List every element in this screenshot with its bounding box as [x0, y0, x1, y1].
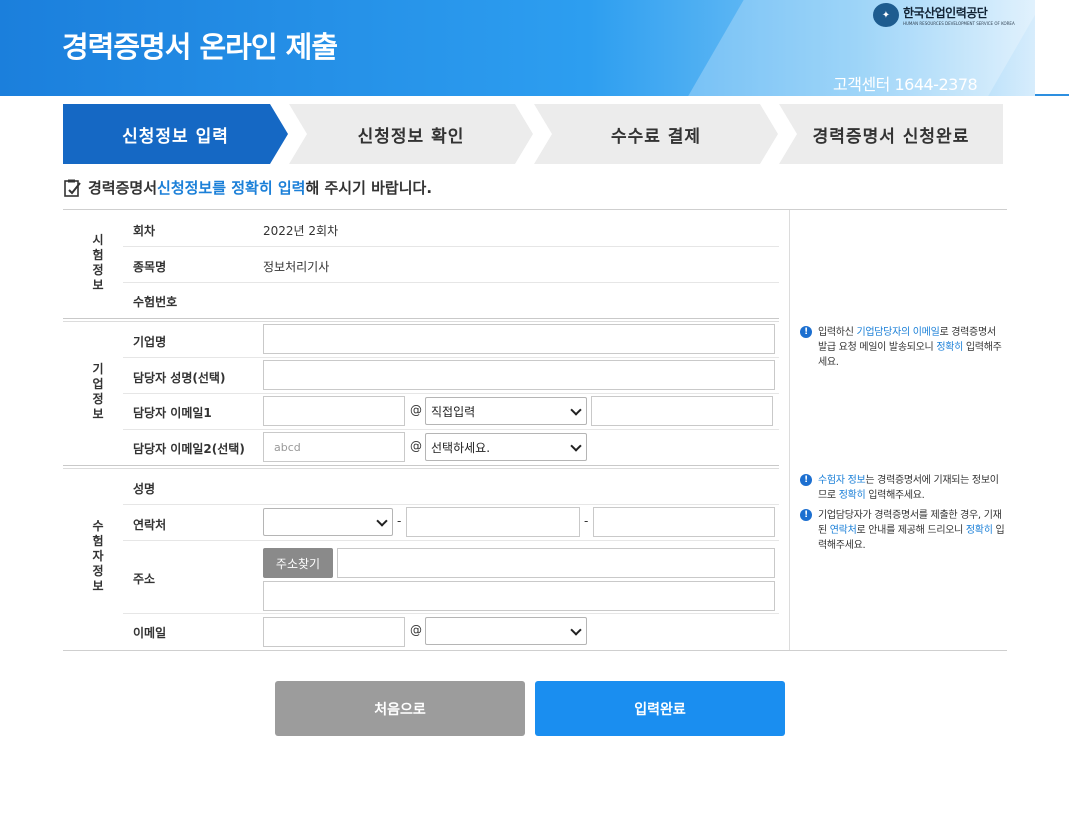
section-divider [63, 465, 779, 466]
manager-email2-domain-select[interactable]: 선택하세요. [425, 433, 587, 461]
header-right-line [1035, 94, 1069, 96]
page-title: 경력증명서 온라인 제출 [62, 30, 338, 64]
manager-name-label: 담당자 성명(선택) [133, 371, 226, 385]
row-divider [123, 613, 779, 614]
table-top-rule [63, 209, 1007, 210]
logo-subtext: HUMAN RESOURCES DEVELOPMENT SERVICE OF K… [903, 21, 1015, 26]
chevron-down-icon [570, 440, 582, 452]
subject-value: 정보처리기사 [263, 260, 330, 274]
row-divider [123, 393, 779, 394]
notice-text-post: 해 주시기 바랍니다. [305, 179, 433, 197]
info-note-examinee-1: ! 수험자 정보는 경력증명서에 기재되는 정보이므로 정확히 입력해주세요. [800, 473, 1007, 503]
round-value: 2022년 2회차 [263, 224, 339, 238]
notice-text-highlight: 신청정보를 정확히 입력 [157, 179, 306, 197]
phone-middle-input[interactable] [406, 507, 580, 537]
edit-document-icon [64, 179, 81, 197]
row-divider [123, 504, 779, 505]
section-label-exam: 시험정보 [92, 233, 104, 292]
instruction-notice: 경력증명서 신청정보를 정확히 입력 해 주시기 바랍니다. [64, 177, 432, 198]
section-divider [63, 321, 779, 322]
submit-button[interactable]: 입력완료 [535, 681, 785, 736]
input-placeholder: abcd [274, 440, 301, 454]
select-value: 직접입력 [431, 404, 476, 419]
callcenter-number: 고객센터 1644-2378 [833, 75, 978, 94]
subject-label: 종목명 [133, 260, 167, 274]
info-icon: ! [800, 474, 812, 486]
manager-email1-label: 담당자 이메일1 [133, 406, 212, 420]
page-header: 경력증명서 온라인 제출 고객센터 1644-2378 ✦ 한국산업인력공단 H… [0, 0, 1069, 96]
chevron-down-icon [376, 515, 388, 527]
chevron-down-icon [570, 404, 582, 416]
row-divider [123, 246, 779, 247]
info-icon: ! [800, 509, 812, 521]
info-column-separator [789, 210, 790, 650]
step-3: 수수료 결제 [534, 104, 778, 164]
examinee-email-label: 이메일 [133, 626, 167, 640]
phone-label: 연락처 [133, 518, 167, 532]
progress-steps: 신청정보 입력 신청정보 확인 수수료 결제 경력증명서 신청완료 [63, 104, 1003, 164]
address-label: 주소 [133, 572, 156, 586]
at-symbol: @ [410, 623, 422, 637]
exam-number-label: 수험번호 [133, 295, 178, 309]
table-bottom-rule [63, 650, 1007, 651]
info-text: 입력하신 기업담당자의 이메일로 경력증명서 발급 요청 메일이 발송되오니 정… [818, 327, 1002, 368]
manager-email2-label: 담당자 이메일2(선택) [133, 442, 245, 456]
at-symbol: @ [410, 439, 422, 453]
address-detail-input[interactable] [263, 581, 775, 611]
row-divider [123, 540, 779, 541]
company-name-label: 기업명 [133, 335, 167, 349]
phone-dash: - [584, 514, 589, 528]
phone-prefix-select[interactable] [263, 508, 393, 536]
at-symbol: @ [410, 403, 422, 417]
info-text: 기업담당자가 경력증명서를 제출한 경우, 기재된 연락처로 안내를 제공해 드… [818, 510, 1005, 551]
round-label: 회차 [133, 224, 156, 238]
examinee-email-local-input[interactable] [263, 617, 405, 647]
notice-text-pre: 경력증명서 [88, 179, 158, 197]
row-divider [123, 429, 779, 430]
manager-email1-local-input[interactable] [263, 396, 405, 426]
company-name-input[interactable] [263, 324, 775, 354]
find-address-button[interactable]: 주소찾기 [263, 548, 333, 578]
step-2: 신청정보 확인 [289, 104, 533, 164]
phone-last-input[interactable] [593, 507, 775, 537]
examinee-name-label: 성명 [133, 482, 156, 496]
row-divider [123, 357, 779, 358]
manager-email1-domain-select[interactable]: 직접입력 [425, 397, 587, 425]
info-icon: ! [800, 326, 812, 338]
section-divider [63, 318, 779, 319]
org-logo[interactable]: ✦ 한국산업인력공단 HUMAN RESOURCES DEVELOPMENT S… [873, 3, 1015, 27]
section-divider [63, 468, 779, 469]
info-note-examinee-2: ! 기업담당자가 경력증명서를 제출한 경우, 기재된 연락처로 안내를 제공해… [800, 508, 1007, 553]
row-divider [123, 282, 779, 283]
step-1: 신청정보 입력 [63, 104, 288, 164]
manager-email2-local-input[interactable]: abcd [263, 432, 405, 462]
address-input[interactable] [337, 548, 775, 578]
step-4: 경력증명서 신청완료 [779, 104, 1003, 164]
chevron-down-icon [570, 624, 582, 636]
info-text: 수험자 정보는 경력증명서에 기재되는 정보이므로 정확히 입력해주세요. [818, 475, 999, 501]
manager-email1-domain-input[interactable] [591, 396, 773, 426]
section-label-examinee: 수험자정보 [92, 519, 104, 593]
phone-dash: - [397, 514, 402, 528]
examinee-email-domain-select[interactable] [425, 617, 587, 645]
section-label-company: 기업정보 [92, 362, 104, 421]
select-value: 선택하세요. [431, 440, 491, 455]
logo-mark-icon: ✦ [873, 3, 899, 27]
reset-button[interactable]: 처음으로 [275, 681, 525, 736]
logo-text: 한국산업인력공단 [903, 6, 988, 20]
manager-name-input[interactable] [263, 360, 775, 390]
info-note-company: ! 입력하신 기업담당자의 이메일로 경력증명서 발급 요청 메일이 발송되오니… [800, 325, 1007, 370]
header-right-strip [1035, 0, 1069, 96]
